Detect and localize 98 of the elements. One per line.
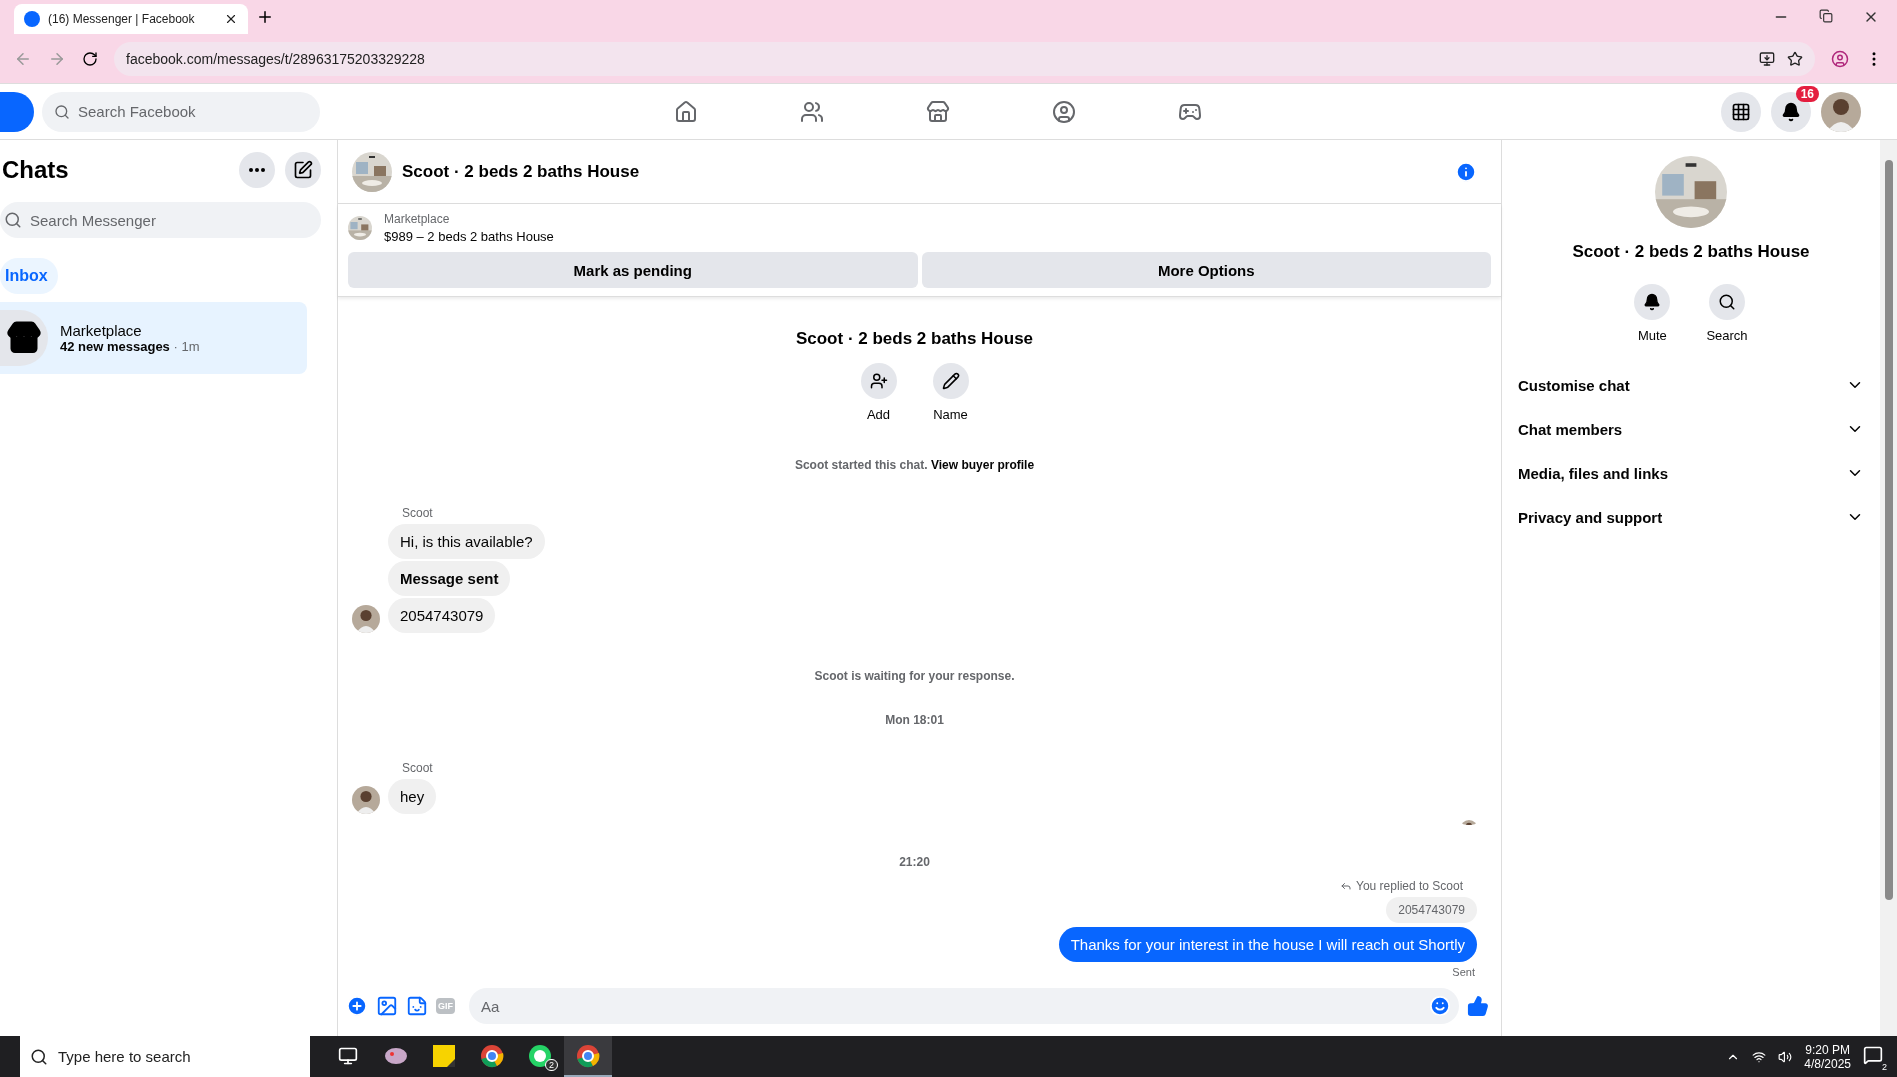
bell-icon [1643, 293, 1662, 311]
restore-icon[interactable] [1819, 9, 1833, 23]
tab-title: (16) Messenger | Facebook [48, 12, 196, 26]
clock-time: 9:20 PM [1805, 1042, 1850, 1057]
thumbs-up-icon[interactable] [1467, 995, 1489, 1017]
search-field[interactable]: Search Messenger [0, 202, 321, 238]
sent-status: Sent [1452, 966, 1475, 978]
bell-icon [1781, 101, 1801, 122]
search-icon [4, 211, 22, 229]
network-icon[interactable] [1752, 1049, 1767, 1064]
profile-action-button[interactable] [860, 363, 897, 399]
sender-name: Scoot [402, 761, 434, 775]
search-icon [1718, 293, 1736, 311]
sent-message-bubble: Thanks for your interest in the house I will reach out Shortly [1058, 927, 1477, 962]
action-button[interactable]: More Options [921, 252, 1491, 288]
search-field[interactable]: Search Facebook [42, 91, 320, 132]
section-header[interactable]: Privacy and support [1510, 495, 1872, 539]
image-icon[interactable] [376, 995, 398, 1017]
listing-price: $989 – 2 beds 2 baths House [384, 229, 554, 244]
chrome-icon [480, 1043, 504, 1068]
action-label: Name [933, 407, 968, 422]
new-message-button[interactable] [285, 152, 321, 188]
chat-bubble-icon [528, 1043, 552, 1068]
scrollbar-thumb[interactable] [1884, 160, 1893, 900]
chat-preview: 42 new messages · 1m [60, 339, 200, 354]
store-icon[interactable] [926, 99, 950, 124]
add-person-icon [869, 372, 888, 390]
profile-action-button[interactable] [932, 363, 969, 399]
section-header[interactable]: Customise chat [1510, 363, 1872, 407]
reply-icon [1340, 880, 1353, 892]
notification-badge: 16 [1795, 85, 1819, 102]
notification-center-icon[interactable] [1863, 1045, 1883, 1065]
store-icon [6, 320, 42, 356]
sender-name: Scoot [402, 506, 434, 520]
search-placeholder: Type here to search [58, 1048, 191, 1065]
groups-icon[interactable] [1052, 99, 1076, 124]
url-text: facebook.com/messages/t/28963175203329228 [126, 50, 426, 67]
quoted-message: 2054743079 [1386, 897, 1477, 923]
plus-icon[interactable] [346, 995, 368, 1017]
message-bubble: hey [388, 779, 437, 814]
message-bubble: Hi, is this available? [388, 524, 545, 559]
section-header[interactable]: Chat members [1510, 407, 1872, 451]
pencil-icon [941, 372, 960, 390]
clock-date: 4/8/2025 [1804, 1056, 1851, 1071]
search-placeholder: Search Facebook [78, 103, 196, 120]
browser-tab[interactable]: (16) Messenger | Facebook [14, 4, 248, 34]
notice-text: Scoot started this chat. View buyer profile [793, 458, 1036, 472]
action-label: Add [866, 407, 891, 422]
more-icon [249, 168, 265, 172]
search-icon [30, 1047, 48, 1066]
filter-tab[interactable]: Inbox [0, 258, 58, 294]
chat-title: Scoot · 2 beds 2 baths House [402, 161, 641, 182]
action-button[interactable]: Mark as pending [348, 252, 918, 288]
taskbar-search[interactable]: Type here to search [20, 1036, 310, 1077]
notification-count: 2 [1882, 1062, 1887, 1072]
chats-title: Chats [2, 156, 70, 184]
grid-icon [1731, 101, 1751, 122]
chat-item[interactable]: Marketplace 42 new messages · 1m [0, 302, 307, 374]
listing-label: Marketplace [384, 212, 451, 226]
sticky-note-icon [433, 1044, 455, 1067]
info-icon[interactable] [1455, 160, 1477, 183]
task-view-icon [338, 1045, 358, 1066]
emoji-icon[interactable] [1429, 995, 1451, 1017]
action-label: Mute [1637, 328, 1667, 343]
timestamp: Mon 18:01 [884, 713, 945, 727]
detail-action-button[interactable] [1709, 284, 1745, 320]
taskbar-app[interactable] [564, 1036, 612, 1077]
buyer-profile-link[interactable]: View buyer profile [930, 458, 1035, 472]
close-icon[interactable] [224, 12, 238, 26]
home-icon[interactable] [674, 99, 698, 124]
conversation-name: Scoot · 2 beds 2 baths House [1572, 242, 1810, 262]
bookmark-star-icon[interactable] [1787, 50, 1803, 67]
menu-button[interactable] [1721, 91, 1761, 132]
options-button[interactable] [239, 152, 275, 188]
reload-icon[interactable] [82, 50, 98, 67]
taskbar-app[interactable]: 2 [516, 1036, 564, 1077]
action-label: Search [1706, 328, 1748, 343]
new-tab-icon[interactable] [256, 8, 274, 26]
reply-label: You replied to Scoot [1340, 879, 1463, 893]
detail-action-button[interactable] [1634, 284, 1671, 320]
sticker-icon[interactable] [406, 995, 428, 1017]
compose-icon [293, 160, 313, 180]
chrome-icon [576, 1043, 600, 1068]
notice-text: Scoot is waiting for your response. [813, 669, 1016, 683]
volume-icon[interactable] [1778, 1049, 1793, 1064]
timestamp: 21:20 [898, 855, 931, 869]
message-bubble: 2054743079 [388, 598, 496, 633]
profile-icon[interactable] [1831, 49, 1849, 68]
section-header[interactable]: Media, files and links [1510, 451, 1872, 495]
profile-name: Scoot · 2 beds 2 baths House [794, 329, 1035, 349]
friends-icon[interactable] [800, 99, 824, 124]
chat-name: Marketplace [60, 322, 143, 339]
address-bar[interactable]: facebook.com/messages/t/28963175203329228 [114, 41, 1815, 76]
search-placeholder: Search Messenger [30, 211, 156, 229]
install-icon[interactable] [1759, 50, 1775, 67]
search-icon [54, 103, 70, 120]
message-input[interactable]: Aa [469, 988, 1459, 1024]
message-bubble: Message sent [388, 561, 511, 596]
